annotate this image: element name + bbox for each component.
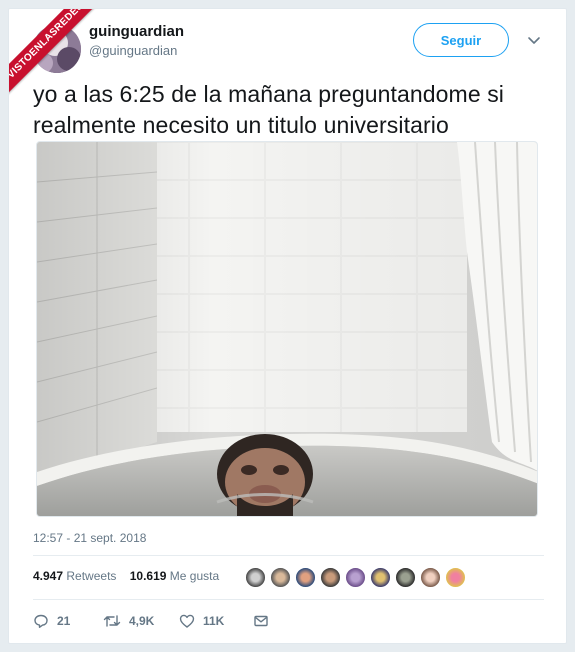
likes-label: Me gusta <box>169 569 220 583</box>
retweet-button[interactable]: 4,9K <box>103 613 179 629</box>
retweet-count: 4,9K <box>129 614 155 628</box>
watermark-text: VISTOENLASREDES <box>9 9 107 102</box>
liker-avatar[interactable] <box>395 567 416 588</box>
liker-avatar[interactable] <box>370 567 391 588</box>
liker-avatar[interactable] <box>270 567 291 588</box>
like-count: 11K <box>203 614 225 628</box>
liker-avatar[interactable] <box>320 567 341 588</box>
liker-avatar[interactable] <box>420 567 441 588</box>
retweets-label: Retweets <box>66 569 117 583</box>
watermark: VISTOENLASREDES <box>9 9 119 119</box>
retweet-icon <box>103 615 121 627</box>
message-icon <box>254 615 268 627</box>
liker-avatar[interactable] <box>245 567 266 588</box>
follow-button[interactable]: Seguir <box>413 23 509 57</box>
tweet-card: VISTOENLASREDES guinguardian @guinguardi… <box>8 8 567 644</box>
chevron-down-icon[interactable] <box>525 31 543 49</box>
likers-avatars <box>245 567 466 588</box>
reply-count: 21 <box>57 614 71 628</box>
tweet-actions: 21 4,9K 11K <box>33 613 277 629</box>
like-icon <box>179 614 195 628</box>
divider <box>33 599 544 600</box>
tweet-photo[interactable] <box>36 141 538 517</box>
retweets-count: 4.947 <box>33 569 64 583</box>
liker-avatar[interactable] <box>345 567 366 588</box>
like-button[interactable]: 11K <box>179 613 253 629</box>
divider <box>33 555 544 556</box>
likes-count: 10.619 <box>129 569 167 583</box>
reply-button[interactable]: 21 <box>33 613 103 629</box>
retweets-stat[interactable]: 4.947 Retweets <box>33 569 116 583</box>
liker-avatar[interactable] <box>295 567 316 588</box>
tweet-timestamp[interactable]: 12:57 - 21 sept. 2018 <box>33 531 146 545</box>
reply-icon <box>34 614 48 628</box>
tweet-stats: 4.947 Retweets 10.619 Me gusta <box>33 569 219 583</box>
liker-avatar[interactable] <box>445 567 466 588</box>
message-button[interactable] <box>253 613 277 629</box>
likes-stat[interactable]: 10.619 Me gusta <box>130 569 219 583</box>
